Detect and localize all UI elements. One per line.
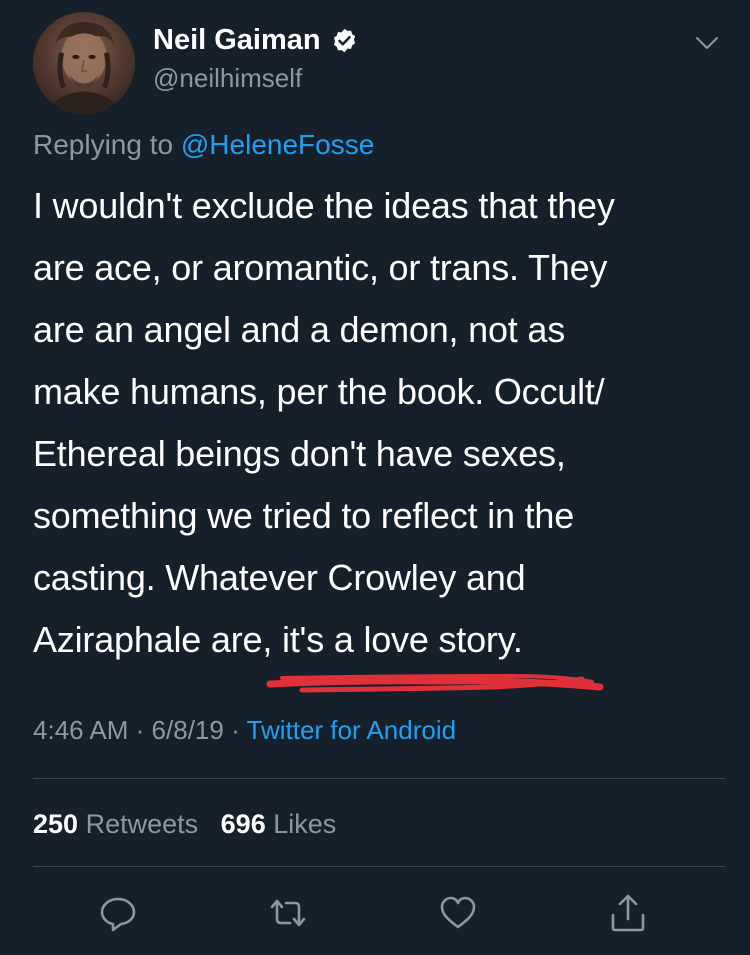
author-display-name[interactable]: Neil Gaiman [153,22,321,58]
reply-icon [100,897,136,932]
avatar-portrait [48,22,120,114]
reply-mention-link[interactable]: @HeleneFosse [181,129,374,160]
red-underline-annotation [266,673,604,693]
tweet-text-line: casting. Whatever Crowley and [33,557,526,598]
like-icon [440,896,476,929]
author-name-row[interactable]: Neil Gaiman [153,22,358,58]
share-icon [611,894,645,932]
retweets-label: Retweets [85,809,199,839]
likes-label: Likes [273,809,337,839]
share-button[interactable] [608,893,648,933]
divider [33,866,725,867]
tweet-text-line: are ace, or aromantic, or trans. They [33,247,608,288]
replying-to-label: Replying to [33,129,174,160]
tweet-stats: 250 Retweets 696 Likes [33,806,336,842]
chevron-down-icon[interactable] [693,32,721,54]
tweet-text-line: something we tried to reflect in the [33,495,575,536]
replying-to: Replying to @HeleneFosse [33,127,374,163]
tweet-date[interactable]: 6/8/19 [152,715,224,745]
tweet-text-line: Ethereal beings don't have sexes, [33,433,566,474]
tweet-text: I wouldn't exclude the ideas that they a… [33,175,723,671]
like-button[interactable] [438,893,478,933]
avatar[interactable] [33,12,135,114]
author-handle[interactable]: @neilhimself [153,62,302,94]
tweet-time[interactable]: 4:46 AM [33,715,128,745]
retweets-stat[interactable]: 250 Retweets [33,809,198,839]
tweet-source-link[interactable]: Twitter for Android [247,715,457,745]
likes-stat[interactable]: 696 Likes [221,809,337,839]
tweet-meta: 4:46 AM · 6/8/19 · Twitter for Android [33,712,456,748]
tweet-text-line: are an angel and a demon, not as [33,309,566,350]
retweet-button[interactable] [268,893,308,933]
meta-separator: · [231,715,240,745]
tweet-text-line: make humans, per the book. Occult/ [33,371,605,412]
likes-count: 696 [220,809,266,839]
meta-separator: · [135,715,145,745]
reply-button[interactable] [98,893,138,933]
tweet-text-line: I wouldn't exclude the ideas that they [33,185,615,226]
tweet-text-line: Aziraphale are, it's a love story. [33,619,523,660]
retweets-count: 250 [33,809,79,839]
divider [33,778,725,779]
retweet-icon [270,899,306,927]
verified-badge-icon [333,28,355,52]
